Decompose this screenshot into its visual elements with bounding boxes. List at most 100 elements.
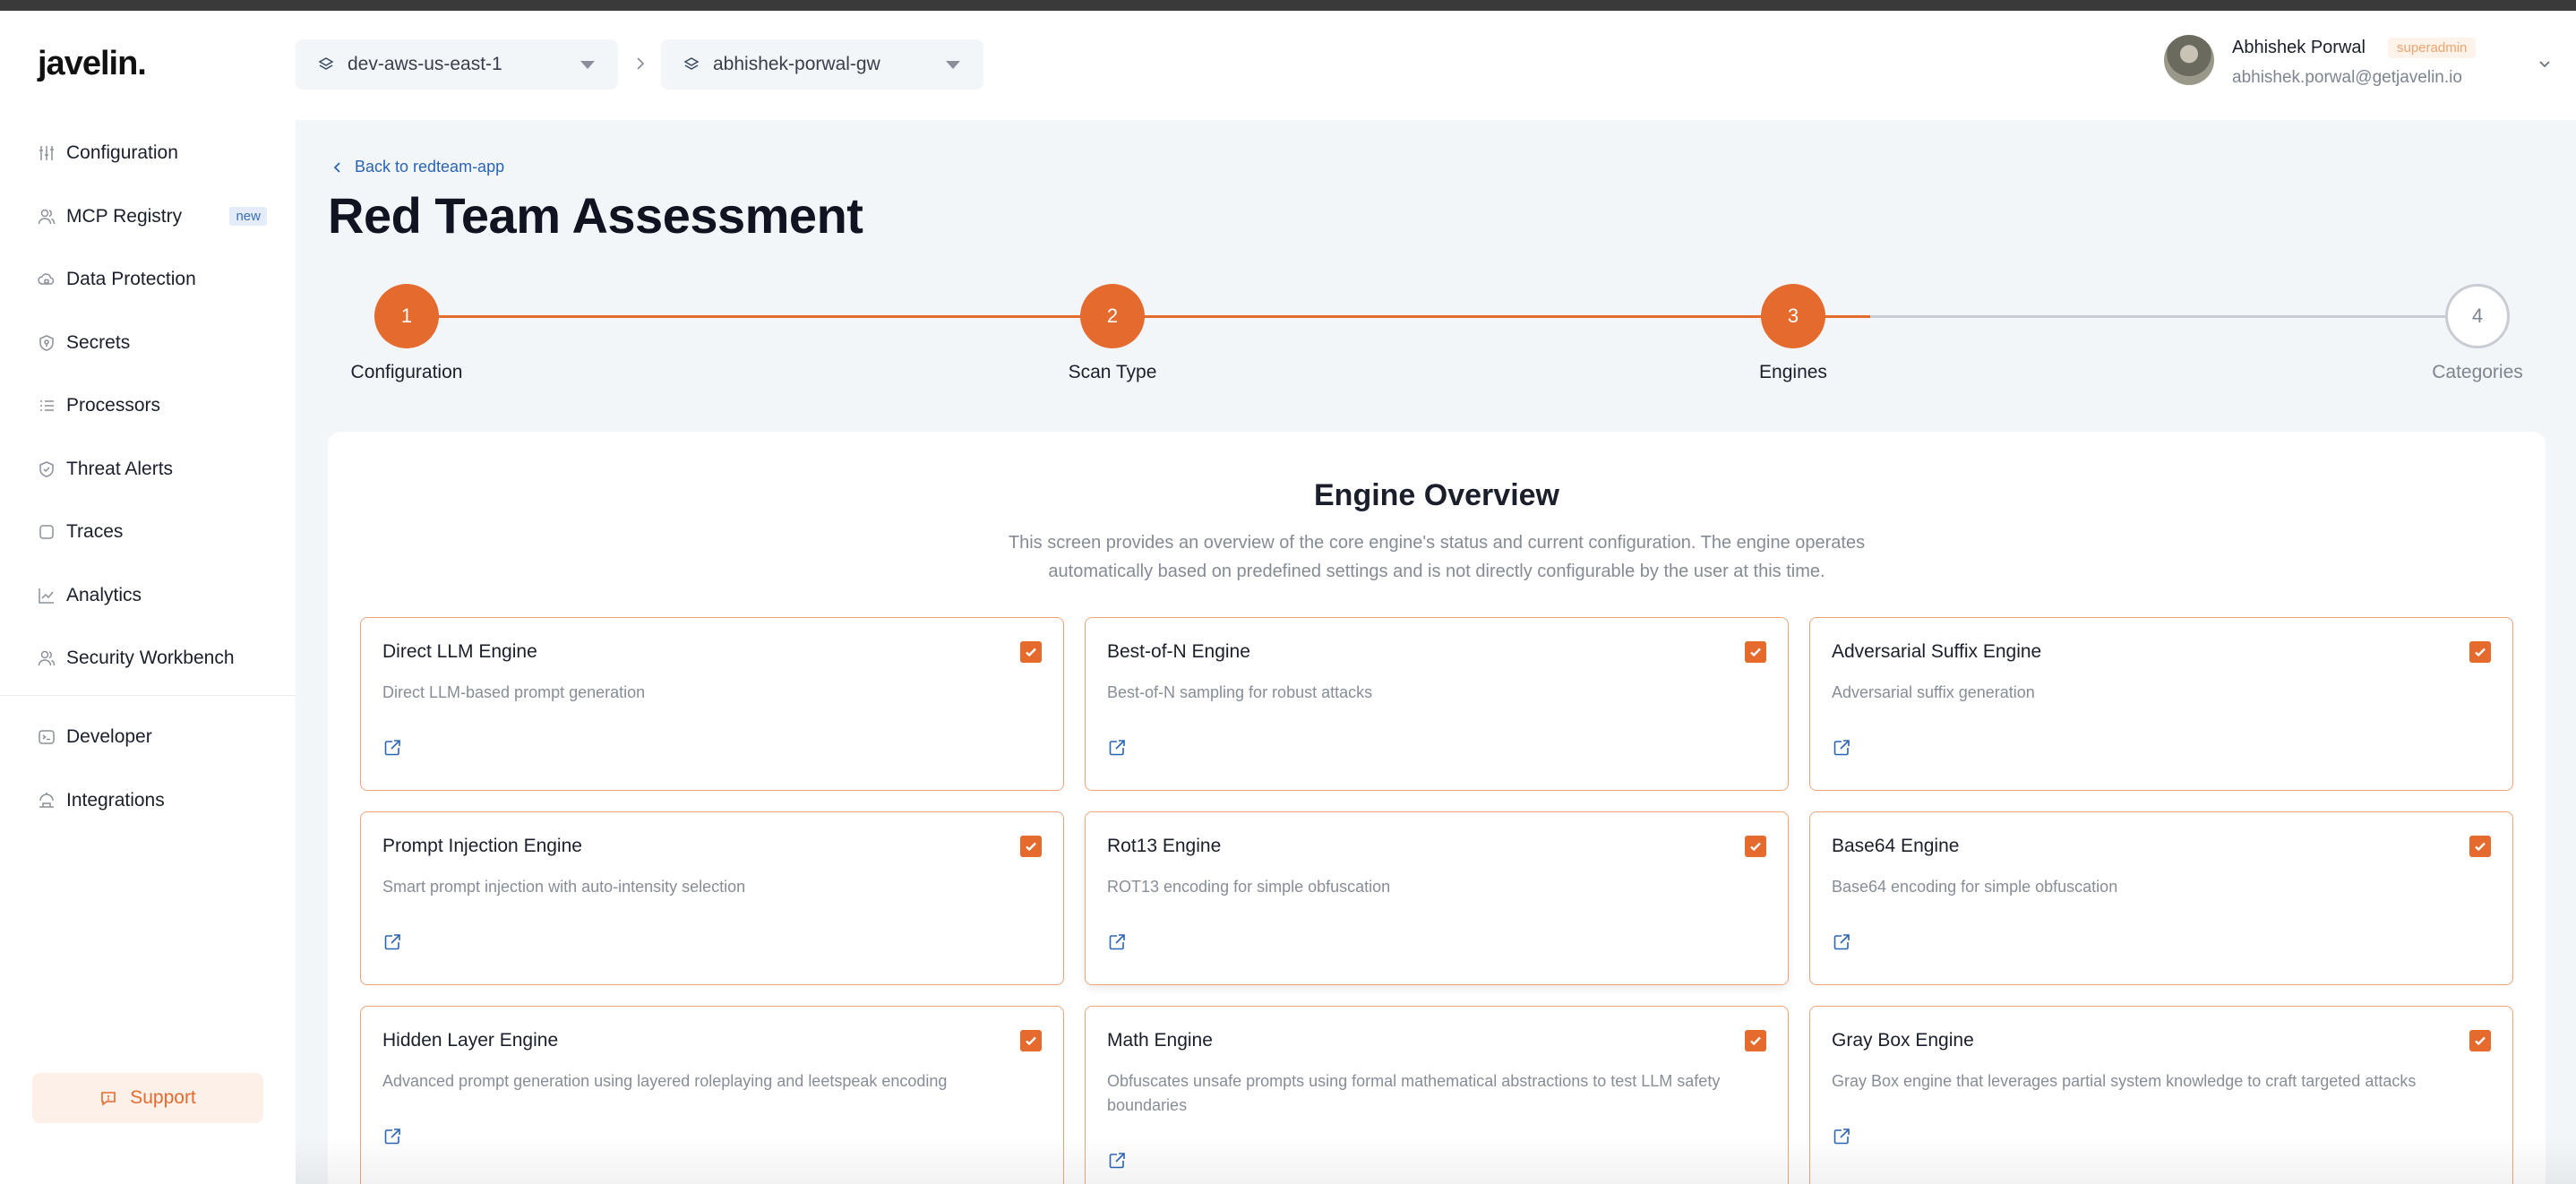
sidebar-item-label: Data Protection [66,269,196,290]
sidebar-item-threat-alerts[interactable]: Threat Alerts [0,438,296,502]
engine-checkbox[interactable] [1745,1030,1766,1051]
engine-description: Obfuscates unsafe prompts using formal m… [1107,1072,1721,1114]
sidebar-item-analytics[interactable]: Analytics [0,564,296,628]
engine-name: Adversarial Suffix Engine [1832,641,2042,662]
square-icon [38,523,56,541]
external-link-icon[interactable] [1832,738,1851,758]
external-link-icon[interactable] [1107,1151,1127,1171]
step-3-circle[interactable]: 3 [1761,284,1825,348]
engine-name: Gray Box Engine [1832,1030,1974,1051]
sidebar-nav: Configuration MCP Registry new Data Prot… [0,122,296,691]
check-icon [1750,842,1761,852]
external-link-icon[interactable] [382,932,402,952]
step-2-circle[interactable]: 2 [1080,284,1145,348]
sidebar-item-label: Security Workbench [66,648,235,669]
engine-checkbox[interactable] [1020,836,1042,857]
engine-name: Hidden Layer Engine [382,1030,559,1051]
sidebar-item-secrets[interactable]: Secrets [0,312,296,375]
sidebar-item-security-workbench[interactable]: Security Workbench [0,627,296,691]
engine-name: Best-of-N Engine [1107,641,1250,662]
external-link-icon[interactable] [382,738,402,758]
engine-checkbox[interactable] [1020,1030,1042,1051]
sidebar-item-developer[interactable]: Developer [0,706,296,769]
check-icon [2475,1036,2486,1046]
engine-name: Base64 Engine [1832,836,1960,856]
list-icon [38,397,56,415]
external-link-icon[interactable] [1832,932,1851,952]
support-button[interactable]: Support [32,1073,263,1123]
chat-icon [101,1092,116,1106]
engine-description: Gray Box engine that leverages partial s… [1832,1072,2417,1090]
engine-checkbox[interactable] [2469,836,2491,857]
sidebar-item-label: Integrations [66,789,165,811]
engine-checkbox[interactable] [2469,1030,2491,1051]
support-label: Support [130,1087,196,1108]
sidebar-item-label: Traces [66,521,124,543]
sidebar-item-label: Secrets [66,331,131,353]
engine-card-rot13[interactable]: Rot13 Engine ROT13 encoding for simple o… [1085,811,1789,985]
step-3-label: Engines [1759,362,1827,382]
plug-icon [38,792,56,810]
external-link-icon[interactable] [382,1127,402,1146]
sidebar-divider [0,695,296,696]
step-4-label: Categories [2432,362,2523,382]
engine-description: Adversarial suffix generation [1832,683,2035,701]
chart-line-icon [38,587,56,605]
users-icon [38,649,56,667]
engine-description: Direct LLM-based prompt generation [382,683,646,701]
overview-description: This screen provides an overview of the … [1008,533,1866,581]
stepper-line-pending [1870,315,2504,318]
sliders-icon [38,144,56,162]
engine-checkbox[interactable] [1020,641,1042,663]
engine-card-math[interactable]: Math Engine Obfuscates unsafe prompts us… [1085,1006,1789,1184]
engine-card-best-of-n[interactable]: Best-of-N Engine Best-of-N sampling for … [1085,617,1789,791]
overview-title: Engine Overview [1314,478,1559,512]
terminal-icon [38,728,56,746]
check-icon [1750,648,1761,657]
engine-card-adversarial-suffix[interactable]: Adversarial Suffix Engine Adversarial su… [1809,617,2513,791]
sidebar-item-label: Analytics [66,584,142,605]
check-icon [1026,842,1036,852]
engine-checkbox[interactable] [2469,641,2491,663]
sidebar-item-mcp-registry[interactable]: MCP Registry new [0,185,296,249]
sidebar-item-label: MCP Registry [66,205,183,227]
engine-card-direct-llm[interactable]: Direct LLM Engine Direct LLM-based promp… [360,617,1064,791]
sidebar-secondary-nav: Developer Integrations [0,706,296,832]
engine-name: Direct LLM Engine [382,641,537,662]
engine-overview-panel: Engine Overview This screen provides an … [328,432,2546,1184]
step-1-circle[interactable]: 1 [374,284,439,348]
engine-card-gray-box[interactable]: Gray Box Engine Gray Box engine that lev… [1809,1006,2513,1184]
cloud-lock-icon [38,270,56,288]
new-badge: new [229,207,267,227]
check-icon [1026,1036,1036,1046]
step-4-circle[interactable]: 4 [2445,284,2510,348]
check-icon [2475,648,2486,657]
window-top-bar [0,0,2576,11]
engine-name: Rot13 Engine [1107,836,1222,856]
engine-card-base64[interactable]: Base64 Engine Base64 encoding for simple… [1809,811,2513,985]
engine-card-hidden-layer[interactable]: Hidden Layer Engine Advanced prompt gene… [360,1006,1064,1184]
sidebar-item-traces[interactable]: Traces [0,501,296,564]
engine-description: Base64 encoding for simple obfuscation [1832,878,2118,896]
engine-description: Advanced prompt generation using layered… [382,1072,948,1090]
step-1-label: Configuration [350,362,463,382]
app-logo[interactable]: javelin. [38,45,147,83]
engine-card-prompt-injection[interactable]: Prompt Injection Engine Smart prompt inj… [360,811,1064,985]
shield-check-icon [38,460,56,478]
sidebar-item-data-protection[interactable]: Data Protection [0,248,296,312]
engine-checkbox[interactable] [1745,836,1766,857]
step-2-label: Scan Type [1068,362,1157,382]
check-icon [1750,1036,1761,1046]
engine-description: Smart prompt injection with auto-intensi… [382,878,746,896]
sidebar: javelin. Configuration MCP Registry new … [0,11,296,1184]
sidebar-item-integrations[interactable]: Integrations [0,769,296,833]
external-link-icon[interactable] [1832,1127,1851,1146]
sidebar-item-configuration[interactable]: Configuration [0,122,296,185]
sidebar-item-label: Configuration [66,142,178,164]
external-link-icon[interactable] [1107,932,1127,952]
sidebar-item-label: Developer [66,726,152,748]
engine-checkbox[interactable] [1745,641,1766,663]
external-link-icon[interactable] [1107,738,1127,758]
sidebar-item-processors[interactable]: Processors [0,374,296,438]
sidebar-item-label: Processors [66,395,161,416]
